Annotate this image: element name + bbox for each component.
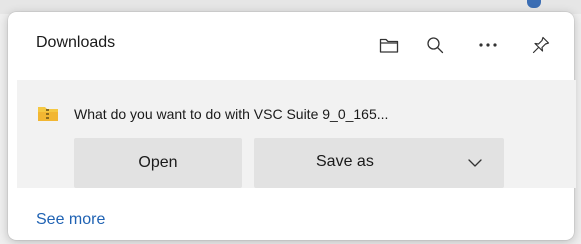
- pin-downloads-button[interactable]: [524, 28, 558, 62]
- downloads-header: Downloads: [8, 12, 574, 76]
- downloads-title: Downloads: [36, 34, 116, 51]
- more-options-button[interactable]: [471, 28, 505, 62]
- pin-icon: [532, 36, 550, 54]
- download-prompt-text: What do you want to do with VSC Suite 9_…: [74, 106, 389, 122]
- chevron-down-icon[interactable]: [466, 155, 484, 171]
- search-icon: [427, 37, 444, 54]
- save-as-button-label: Save as: [316, 153, 374, 170]
- folder-zip-icon: [38, 107, 58, 121]
- open-button-label: Open: [138, 154, 178, 171]
- search-downloads-button[interactable]: [418, 28, 452, 62]
- more-icon: [479, 43, 497, 47]
- download-item: What do you want to do with VSC Suite 9_…: [17, 80, 576, 188]
- see-more-link[interactable]: See more: [36, 211, 105, 229]
- downloads-flyout: Downloads What do you want to do with VS…: [8, 12, 576, 240]
- open-button[interactable]: Open: [74, 138, 242, 188]
- open-downloads-folder-button[interactable]: [372, 28, 406, 62]
- save-as-button[interactable]: Save as: [254, 138, 504, 188]
- folder-icon: [379, 38, 399, 53]
